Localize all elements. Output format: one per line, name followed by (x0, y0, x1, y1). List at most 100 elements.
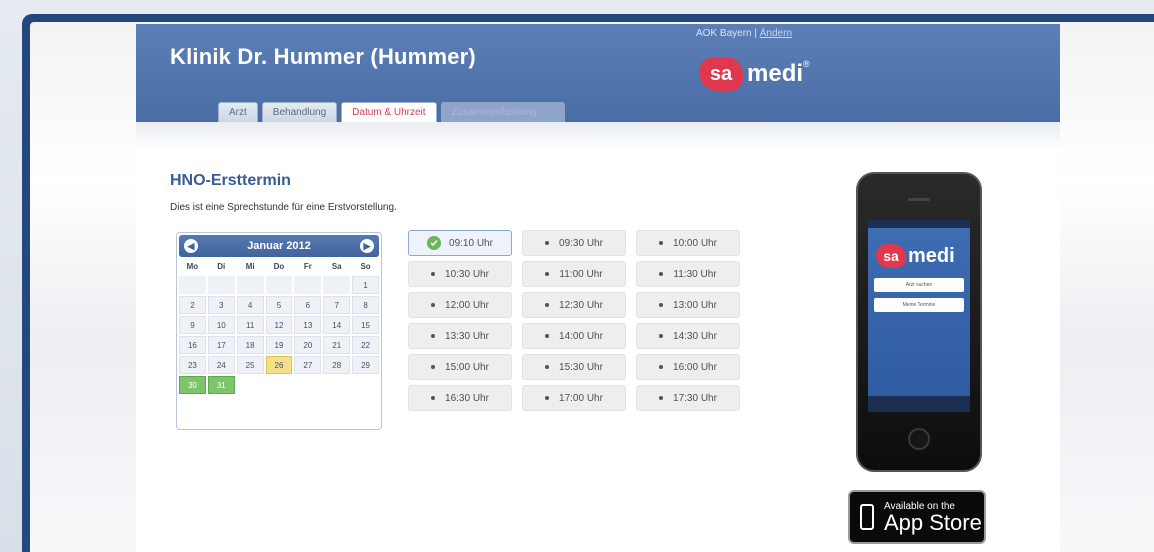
time-slot-button[interactable]: 13:30 Uhr (408, 323, 512, 349)
time-slot-label: 16:00 Uhr (673, 361, 717, 373)
appointment-type-description: Dies ist eine Sprechstunde für eine Erst… (170, 202, 397, 213)
time-slot-button[interactable]: 14:00 Uhr (522, 323, 626, 349)
insurer-separator: | (754, 28, 757, 39)
calendar-day[interactable]: 23 (179, 356, 206, 374)
calendar-day[interactable]: 19 (265, 336, 293, 354)
calendar-day[interactable]: 25 (236, 356, 264, 374)
bullet-icon (659, 334, 664, 338)
phone-samedi-logo: sa medi (876, 244, 970, 268)
insurer-name: AOK Bayern (696, 28, 752, 39)
weekday-label: Do (273, 262, 285, 271)
window-frame: Klinik Dr. Hummer (Hummer) AOK Bayern | … (22, 14, 1154, 552)
time-slot-button[interactable]: 12:00 Uhr (408, 292, 512, 318)
calendar-day[interactable]: 3 (207, 296, 235, 314)
calendar-day[interactable]: 21 (323, 336, 351, 354)
calendar-day[interactable]: 10 (207, 316, 235, 334)
calendar-month-label: Januar 2012 (247, 240, 311, 252)
calendar-day[interactable]: 31 (207, 376, 235, 394)
time-slot-label: 09:10 Uhr (449, 237, 493, 249)
next-month-icon[interactable]: ▶ (360, 239, 374, 253)
tab-behandlung[interactable]: Behandlung (261, 102, 338, 122)
calendar-day[interactable]: 8 (352, 296, 379, 314)
time-slot-button[interactable]: 13:00 Uhr (636, 292, 740, 318)
calendar-day[interactable]: 22 (352, 336, 379, 354)
appointment-type-title: HNO-Ersttermin (170, 172, 291, 189)
calendar-day[interactable]: 11 (236, 316, 264, 334)
insurer-change-link[interactable]: Ändern (760, 28, 792, 39)
calendar-day (237, 376, 264, 394)
time-slot-label: 13:00 Uhr (673, 299, 717, 311)
time-slot-button[interactable]: 09:10 Uhr (408, 230, 512, 256)
calendar-day[interactable]: 14 (323, 316, 351, 334)
calendar-day[interactable]: 7 (323, 296, 351, 314)
bullet-icon (659, 303, 664, 307)
weekday-label: Mi (245, 262, 255, 271)
bullet-icon (545, 334, 550, 338)
time-slot-button[interactable]: 09:30 Uhr (522, 230, 626, 256)
calendar-day[interactable]: 18 (236, 336, 264, 354)
content-top-shade (136, 122, 1060, 150)
phone-status-bar (868, 220, 970, 228)
time-slot-button[interactable]: 12:30 Uhr (522, 292, 626, 318)
app-store-line2: App Store (884, 509, 982, 535)
time-slot-button[interactable]: 11:00 Uhr (522, 261, 626, 287)
prev-month-icon[interactable]: ◀ (184, 239, 198, 253)
bullet-icon (431, 303, 436, 307)
calendar-day[interactable]: 5 (265, 296, 293, 314)
calendar-day[interactable]: 2 (179, 296, 206, 314)
time-slot-button[interactable]: 15:00 Uhr (408, 354, 512, 380)
time-slot-grid: 09:10 Uhr 09:30 Uhr 10:00 Uhr 10:30 Uhr 11:0… (408, 230, 740, 411)
time-slot-button[interactable]: 17:30 Uhr (636, 385, 740, 411)
bullet-icon (431, 396, 436, 400)
calendar-day[interactable]: 27 (294, 356, 322, 374)
calendar-day[interactable]: 24 (207, 356, 235, 374)
time-slot-label: 16:30 Uhr (445, 392, 489, 404)
tab-arzt[interactable]: Arzt (218, 102, 258, 122)
bullet-icon (659, 272, 664, 276)
phone-my-appointments-button: Meine Termine (874, 298, 964, 312)
calendar-day[interactable]: 15 (352, 316, 379, 334)
calendar-day[interactable]: 16 (179, 336, 206, 354)
time-slot-button[interactable]: 16:00 Uhr (636, 354, 740, 380)
weekday-label: Mo (186, 262, 199, 271)
app-store-text: Available on the App Store (884, 501, 982, 534)
check-icon (427, 236, 442, 250)
calendar-day[interactable]: 9 (179, 316, 206, 334)
calendar-day[interactable]: 6 (294, 296, 322, 314)
bullet-icon (545, 241, 550, 245)
time-slot-button[interactable]: 14:30 Uhr (636, 323, 740, 349)
time-slot-button[interactable]: 10:00 Uhr (636, 230, 740, 256)
calendar-day[interactable]: 20 (294, 336, 322, 354)
bullet-icon (431, 365, 436, 369)
app-store-badge[interactable]: Available on the App Store (848, 490, 986, 544)
bullet-icon (545, 303, 550, 307)
time-slot-button[interactable]: 16:30 Uhr (408, 385, 512, 411)
time-slot-button[interactable]: 11:30 Uhr (636, 261, 740, 287)
time-slot-label: 15:00 Uhr (445, 361, 489, 373)
phone-speaker (908, 198, 930, 201)
clinic-title: Klinik Dr. Hummer (Hummer) (170, 44, 476, 69)
calendar-day (323, 276, 351, 294)
calendar-day[interactable]: 17 (207, 336, 235, 354)
calendar-day[interactable]: 28 (323, 356, 351, 374)
calendar-day[interactable]: 1 (352, 276, 379, 294)
calendar-grid: Mo Di Mi Do Fr Sa So 1 2 3 4 5 6 7 8 9 10 11 12 13 14… (179, 260, 379, 394)
calendar-day[interactable]: 12 (265, 316, 293, 334)
calendar-day (265, 276, 293, 294)
calendar-day (266, 376, 293, 394)
calendar-day (236, 276, 264, 294)
date-picker: ◀ Januar 2012 ▶ Mo Di Mi Do Fr Sa So 123… (176, 232, 382, 430)
calendar-day[interactable]: 26 (265, 356, 293, 374)
page-header: Klinik Dr. Hummer (Hummer) AOK Bayern | … (136, 24, 1060, 123)
time-slot-button[interactable]: 17:00 Uhr (522, 385, 626, 411)
calendar-day[interactable]: 29 (352, 356, 379, 374)
booking-page: Klinik Dr. Hummer (Hummer) AOK Bayern | … (136, 24, 1060, 552)
time-slot-button[interactable]: 10:30 Uhr (408, 261, 512, 287)
time-slot-button[interactable]: 15:30 Uhr (522, 354, 626, 380)
tab-datum-uhrzeit[interactable]: Datum & Uhrzeit (341, 102, 437, 123)
time-slot-label: 10:30 Uhr (445, 268, 489, 280)
calendar-day[interactable]: 4 (236, 296, 264, 314)
weekday-label: Fr (303, 262, 312, 271)
calendar-day[interactable]: 30 (179, 376, 206, 394)
calendar-day[interactable]: 13 (294, 316, 322, 334)
